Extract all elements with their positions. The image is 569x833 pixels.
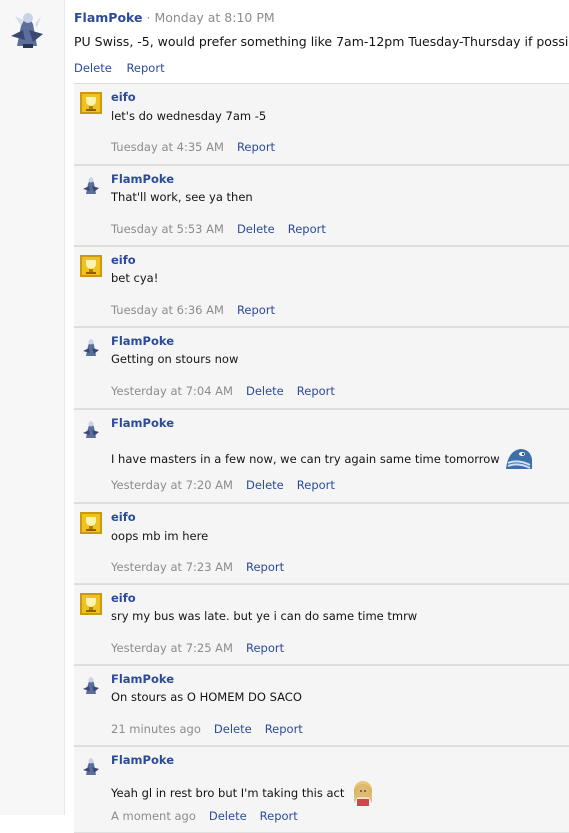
- comment-author[interactable]: eifo: [111, 591, 136, 605]
- comment-time[interactable]: 21 minutes ago: [111, 722, 201, 736]
- comment-item: eifo oops mb im here Yesterday at 7:23 AM R…: [74, 503, 569, 584]
- report-link[interactable]: Report: [297, 384, 335, 398]
- post-actions: Delete Report: [74, 61, 176, 75]
- comment-time[interactable]: Yesterday at 7:20 AM: [111, 478, 233, 492]
- separator: ·: [146, 10, 151, 25]
- comment-text: Yeah gl in rest bro but I'm taking this …: [111, 777, 378, 810]
- comment-text-content: Getting on stours now: [111, 352, 239, 366]
- comment-time[interactable]: Tuesday at 6:36 AM: [111, 303, 224, 317]
- comment-text: On stours as O HOMEM DO SACO: [111, 690, 302, 704]
- report-link[interactable]: Report: [237, 303, 275, 317]
- comment-item: FlamPoke Getting on stours now Yesterday a…: [74, 327, 569, 409]
- gold-trophy-avatar-icon[interactable]: [80, 593, 102, 615]
- comment-text-content: bet cya!: [111, 271, 159, 285]
- comment-meta: Tuesday at 5:53 AM Delete Report: [111, 222, 339, 236]
- report-link[interactable]: Report: [246, 641, 284, 655]
- comment-text: bet cya!: [111, 271, 158, 285]
- comment-author[interactable]: eifo: [111, 510, 136, 524]
- comment-text-content: On stours as O HOMEM DO SACO: [111, 690, 302, 704]
- comment-meta: Tuesday at 4:35 AM Report: [111, 140, 288, 154]
- blonde-girl-emote-icon: [348, 777, 378, 810]
- comment-item: eifo let's do wednesday 7am -5 Tuesday at …: [74, 83, 569, 165]
- comment-time[interactable]: Tuesday at 5:53 AM: [111, 222, 224, 236]
- delete-link[interactable]: Delete: [246, 478, 284, 492]
- delete-link[interactable]: Delete: [237, 222, 275, 236]
- report-link[interactable]: Report: [297, 478, 335, 492]
- comment-item: eifo bet cya! Tuesday at 6:36 AM Report: [74, 246, 569, 327]
- comment-text: I have masters in a few now, we can try …: [111, 445, 534, 474]
- comment-text: sry my bus was late. but ye i can do sam…: [111, 609, 417, 623]
- comment-author[interactable]: eifo: [111, 253, 136, 267]
- post-body: PU Swiss, -5, would prefer something lik…: [74, 34, 569, 49]
- comment-text-content: I have masters in a few now, we can try …: [111, 452, 500, 466]
- comment-author[interactable]: eifo: [111, 90, 136, 104]
- comment-meta: Yesterday at 7:23 AM Report: [111, 560, 297, 574]
- comment-list: eifo let's do wednesday 7am -5 Tuesday at …: [74, 83, 569, 833]
- post-header: FlamPoke · Monday at 8:10 PM: [74, 10, 275, 25]
- comment-meta: 21 minutes ago Delete Report: [111, 722, 316, 736]
- comment-time[interactable]: A moment ago: [111, 809, 196, 823]
- trainer-avatar-icon[interactable]: [80, 755, 102, 777]
- comment-text: let's do wednesday 7am -5: [111, 109, 266, 123]
- comment-meta: Yesterday at 7:04 AM Delete Report: [111, 384, 348, 398]
- trainer-avatar-icon[interactable]: [3, 6, 49, 52]
- comment-item: FlamPoke That'll work, see ya then Tuesday…: [74, 165, 569, 246]
- comment-text-content: That'll work, see ya then: [111, 190, 253, 204]
- comment-item: FlamPoke On stours as O HOMEM DO SACO 21 m…: [74, 665, 569, 746]
- report-link[interactable]: Report: [237, 140, 275, 154]
- comment-author[interactable]: FlamPoke: [111, 416, 174, 430]
- comment-text: Getting on stours now: [111, 352, 238, 366]
- report-link[interactable]: Report: [288, 222, 326, 236]
- report-link[interactable]: Report: [260, 809, 298, 823]
- gold-trophy-avatar-icon[interactable]: [80, 512, 102, 534]
- comment-meta: Yesterday at 7:25 AM Report: [111, 641, 297, 655]
- comment-item: FlamPoke Yeah gl in rest bro but I'm taki…: [74, 746, 569, 833]
- blue-creature-emote-icon: [504, 445, 534, 474]
- comment-meta: Yesterday at 7:20 AM Delete Report: [111, 478, 348, 492]
- post-time[interactable]: Monday at 8:10 PM: [154, 10, 274, 25]
- gold-trophy-avatar-icon[interactable]: [80, 92, 102, 114]
- comment-text-content: sry my bus was late. but ye i can do sam…: [111, 609, 418, 623]
- comment-text-content: Yeah gl in rest bro but I'm taking this …: [111, 786, 345, 800]
- left-gutter: [0, 0, 65, 815]
- gold-trophy-avatar-icon[interactable]: [80, 255, 102, 277]
- delete-link[interactable]: Delete: [209, 809, 247, 823]
- trainer-avatar-icon[interactable]: [80, 174, 102, 196]
- comment-time[interactable]: Yesterday at 7:25 AM: [111, 641, 233, 655]
- delete-link[interactable]: Delete: [74, 61, 112, 75]
- comment-time[interactable]: Yesterday at 7:04 AM: [111, 384, 233, 398]
- comment-time[interactable]: Yesterday at 7:23 AM: [111, 560, 233, 574]
- comment-item: FlamPoke I have masters in a few now, we …: [74, 409, 569, 503]
- delete-link[interactable]: Delete: [246, 384, 284, 398]
- comment-meta: A moment ago Delete Report: [111, 809, 311, 823]
- comment-text: oops mb im here: [111, 529, 208, 543]
- comment-author[interactable]: FlamPoke: [111, 753, 174, 767]
- comment-time[interactable]: Tuesday at 4:35 AM: [111, 140, 224, 154]
- delete-link[interactable]: Delete: [214, 722, 252, 736]
- trainer-avatar-icon[interactable]: [80, 418, 102, 440]
- report-link[interactable]: Report: [246, 560, 284, 574]
- comment-text: That'll work, see ya then: [111, 190, 253, 204]
- comment-author[interactable]: FlamPoke: [111, 172, 174, 186]
- comment-author[interactable]: FlamPoke: [111, 672, 174, 686]
- post-author[interactable]: FlamPoke: [74, 10, 143, 25]
- trainer-avatar-icon[interactable]: [80, 674, 102, 696]
- trainer-avatar-icon[interactable]: [80, 336, 102, 358]
- report-link[interactable]: Report: [126, 61, 164, 75]
- comment-text-content: let's do wednesday 7am -5: [111, 109, 267, 123]
- comment-author[interactable]: FlamPoke: [111, 334, 174, 348]
- comment-text-content: oops mb im here: [111, 529, 209, 543]
- report-link[interactable]: Report: [265, 722, 303, 736]
- comment-item: eifo sry my bus was late. but ye i can do…: [74, 584, 569, 665]
- comment-meta: Tuesday at 6:36 AM Report: [111, 303, 288, 317]
